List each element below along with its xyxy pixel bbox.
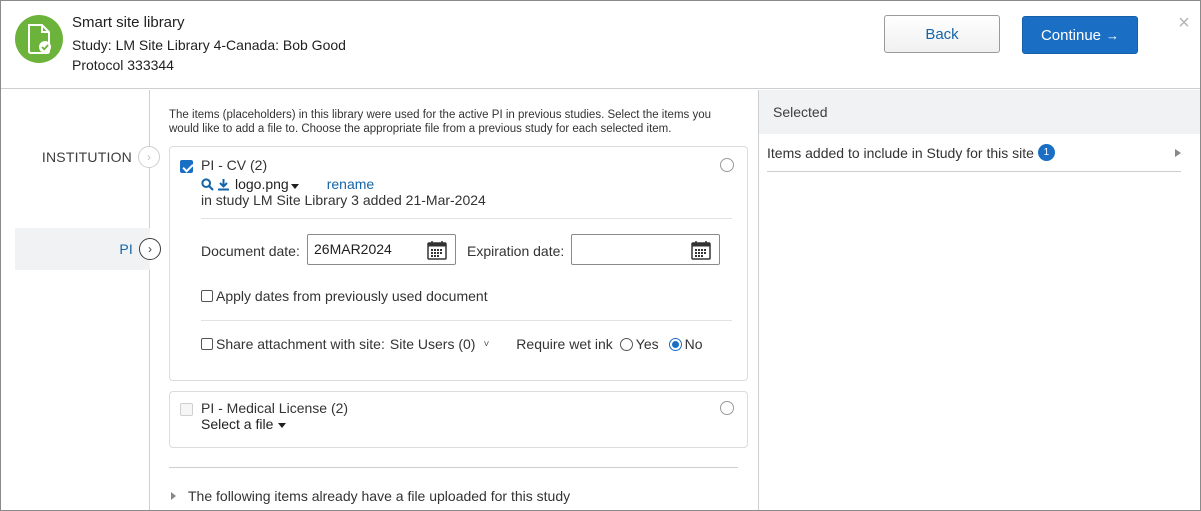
- caret-down-icon: [290, 184, 299, 189]
- back-button[interactable]: Back: [884, 15, 1000, 53]
- instructions-text: The items (placeholders) in this library…: [169, 109, 712, 135]
- share-users-value: Site Users (0): [389, 336, 476, 352]
- download-icon[interactable]: [217, 178, 230, 191]
- category-nav: INSTITUTION › PI ›: [1, 90, 161, 510]
- document-date-input[interactable]: 26MAR2024: [307, 234, 456, 265]
- document-check-icon: [15, 15, 63, 63]
- select-file-label: Select a file: [201, 416, 274, 432]
- triangle-right-icon: [1175, 149, 1181, 157]
- dialog-title: Smart site library: [72, 14, 185, 31]
- file-row: logo.png rename: [201, 176, 374, 192]
- library-items-panel: The items (placeholders) in this library…: [151, 90, 757, 510]
- rename-link[interactable]: rename: [327, 176, 374, 192]
- nav-item-institution[interactable]: INSTITUTION ›: [1, 136, 160, 178]
- wet-ink-no-option[interactable]: No: [668, 336, 703, 352]
- apply-dates-label: Apply dates from previously used documen…: [216, 288, 488, 304]
- select-file-dropdown[interactable]: Select a file: [201, 416, 287, 432]
- share-attachment-checkbox[interactable]: [201, 338, 213, 350]
- document-date-value: 26MAR2024: [314, 241, 392, 257]
- item-select-checkbox[interactable]: [180, 160, 193, 173]
- source-study-info: in study LM Site Library 3 added 21-Mar-…: [201, 192, 486, 208]
- selected-row-label: Items added to include in Study for this…: [767, 144, 1034, 161]
- triangle-right-icon: [171, 492, 176, 500]
- selected-panel: Selected Items added to include in Study…: [758, 90, 1200, 510]
- selected-heading: Selected: [759, 90, 1200, 134]
- chevron-down-icon: ˅: [483, 338, 490, 350]
- file-name: logo.png: [235, 176, 289, 192]
- count-badge: 1: [1037, 144, 1055, 161]
- divider: [201, 320, 732, 321]
- arrow-right-icon: →: [1106, 27, 1120, 43]
- expander-label: The following items already have a file …: [188, 488, 571, 504]
- protocol-number: Protocol 333344: [72, 57, 174, 73]
- chevron-right-icon: ›: [139, 238, 161, 260]
- library-item-card: PI - CV (2) logo.png rename in study LM …: [169, 146, 748, 381]
- caret-down-icon: [278, 422, 287, 428]
- share-users-select[interactable]: Site Users (0) ˅: [390, 336, 489, 352]
- expiration-date-label: Expiration date:: [467, 243, 565, 259]
- wet-ink-yes-label: Yes: [635, 336, 659, 352]
- divider: [201, 218, 732, 219]
- continue-button[interactable]: Continue →: [1022, 16, 1138, 54]
- chevron-right-icon: ›: [138, 146, 160, 168]
- continue-label: Continue: [1040, 26, 1102, 44]
- library-item-card: PI - Medical License (2) Select a file: [169, 391, 748, 448]
- wet-ink-no-radio[interactable]: [668, 337, 682, 351]
- nav-item-label: INSTITUTION: [41, 149, 132, 165]
- wet-ink-no-label: No: [684, 336, 703, 352]
- nav-item-pi[interactable]: PI ›: [15, 228, 161, 270]
- file-name-dropdown[interactable]: logo.png: [235, 176, 299, 192]
- item-select-checkbox[interactable]: [180, 403, 193, 416]
- divider: [169, 467, 738, 468]
- share-attachment-label: Share attachment with site:: [216, 336, 385, 352]
- calendar-icon[interactable]: [691, 240, 711, 270]
- dialog-header: Smart site library Study: LM Site Librar…: [1, 1, 1200, 89]
- wet-ink-label: Require wet ink: [516, 336, 613, 352]
- uploaded-items-expander[interactable]: The following items already have a file …: [171, 488, 570, 504]
- apply-dates-option[interactable]: Apply dates from previously used documen…: [201, 288, 488, 304]
- share-attachment-option: Share attachment with site: Site Users (…: [201, 336, 703, 352]
- selected-items-row[interactable]: Items added to include in Study for this…: [767, 134, 1181, 172]
- header-text: Smart site library Study: LM Site Librar…: [72, 13, 346, 75]
- item-status-radio[interactable]: [720, 401, 734, 415]
- nav-item-label: PI: [119, 241, 133, 257]
- wet-ink-yes-option[interactable]: Yes: [619, 336, 659, 352]
- expiration-date-input[interactable]: [571, 234, 720, 265]
- close-icon[interactable]: ×: [1176, 13, 1192, 33]
- item-title: PI - CV (2): [201, 157, 268, 173]
- search-icon[interactable]: [201, 177, 214, 191]
- calendar-icon[interactable]: [427, 240, 447, 270]
- smart-site-library-dialog: Smart site library Study: LM Site Librar…: [0, 0, 1201, 511]
- study-name: Study: LM Site Library 4-Canada: Bob Goo…: [72, 37, 346, 53]
- document-date-label: Document date:: [201, 243, 300, 259]
- apply-dates-checkbox[interactable]: [201, 290, 213, 302]
- item-title: PI - Medical License (2): [201, 400, 349, 416]
- item-status-radio[interactable]: [720, 158, 734, 172]
- wet-ink-yes-radio[interactable]: [619, 337, 633, 351]
